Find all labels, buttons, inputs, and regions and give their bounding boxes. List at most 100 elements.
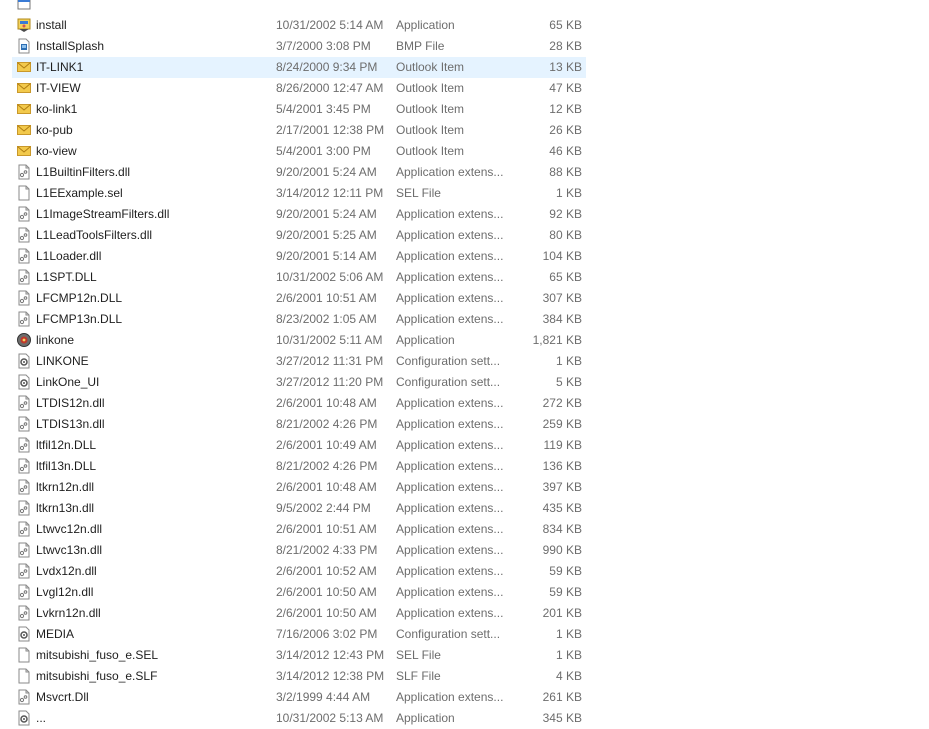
file-name: LTDIS13n.dll (36, 417, 105, 431)
file-name (36, 0, 266, 15)
file-row[interactable]: L1Loader.dll 9/20/2001 5:14 AM Application… (0, 246, 929, 267)
file-size: 104 KB (542, 249, 582, 263)
file-row[interactable]: IT-VIEW 8/26/2000 12:47 AM Outlook Item 47 … (0, 78, 929, 99)
file-row[interactable]: Ltwvc12n.dll 2/6/2001 10:51 AM Application… (0, 519, 929, 540)
file-row[interactable]: LTDIS12n.dll 2/6/2001 10:48 AM Application… (0, 393, 929, 414)
file-name: L1LeadToolsFilters.dll (36, 228, 153, 242)
file-row[interactable]: LFCMP12n.DLL 2/6/2001 10:51 AM Application… (0, 288, 929, 309)
file-type: Application extens... (396, 165, 504, 179)
file-size: 88 KB (549, 165, 582, 179)
file-row[interactable]: L1SPT.DLL 10/31/2002 5:06 AM Application e… (0, 267, 929, 288)
file-type: Application extens... (396, 207, 504, 221)
file-type: Application extens... (396, 249, 504, 263)
file-type: Application extens... (396, 501, 504, 515)
file-size: 59 KB (549, 585, 582, 599)
file-row[interactable]: mitsubishi_fuso_e.SLF 3/14/2012 12:38 PM S… (0, 666, 929, 687)
file-type: SLF File (396, 669, 441, 683)
file-row[interactable]: ko-link1 5/4/2001 3:45 PM Outlook Item 12 K… (0, 99, 929, 120)
file-row[interactable]: L1LeadToolsFilters.dll 9/20/2001 5:25 AM A… (0, 225, 929, 246)
file-date-modified: 3/14/2012 12:11 PM (276, 186, 384, 200)
file-date-modified: 5/4/2001 3:45 PM (276, 102, 371, 116)
file-date-modified: 8/21/2002 4:26 PM (276, 459, 378, 473)
dll-icon (16, 479, 32, 495)
file-name: ltfil12n.DLL (36, 438, 97, 452)
file-date-modified: 2/6/2001 10:52 AM (276, 564, 377, 578)
file-row[interactable]: InstallSplash 3/7/2000 3:08 PM BMP File 28 … (0, 36, 929, 57)
file-row[interactable]: LINKONE 3/27/2012 11:31 PM Configuration s… (0, 351, 929, 372)
file-date-modified: 9/20/2001 5:24 AM (276, 207, 377, 221)
file-size: 990 KB (542, 543, 582, 557)
envelope-icon (16, 80, 32, 96)
file-row[interactable]: install 10/31/2002 5:14 AM Application 65 K… (0, 15, 929, 36)
dll-icon (16, 437, 32, 453)
file-row[interactable]: LinkOne_UI 3/27/2012 11:20 PM Configuratio… (0, 372, 929, 393)
file-date-modified: 8/23/2002 1:05 AM (276, 312, 377, 326)
file-date-modified: 3/27/2012 11:20 PM (276, 375, 384, 389)
file-name: LINKONE (36, 354, 89, 368)
file-name: Msvcrt.Dll (36, 690, 89, 704)
file-size: 80 KB (549, 228, 582, 242)
file-row[interactable]: Lvdx12n.dll 2/6/2001 10:52 AM Application … (0, 561, 929, 582)
config-gear-icon (16, 374, 32, 390)
file-size: 5 KB (555, 375, 582, 389)
file-row[interactable]: ko-view 5/4/2001 3:00 PM Outlook Item 46 KB (0, 141, 929, 162)
file-size: 136 KB (542, 459, 582, 473)
file-row[interactable]: LTDIS13n.dll 8/21/2002 4:26 PM Application… (0, 414, 929, 435)
file-type: Application extens... (396, 438, 504, 452)
file-row[interactable]: L1BuiltinFilters.dll 9/20/2001 5:24 AM App… (0, 162, 929, 183)
file-type: Application extens... (396, 396, 504, 410)
file-date-modified: 8/24/2000 9:34 PM (276, 60, 378, 74)
file-row[interactable]: ltkrn12n.dll 2/6/2001 10:48 AM Application… (0, 477, 929, 498)
file-row[interactable]: L1EExample.sel 3/14/2012 12:11 PM SEL File… (0, 183, 929, 204)
file-row[interactable]: Ltwvc13n.dll 8/21/2002 4:33 PM Application… (0, 540, 929, 561)
file-date-modified: 2/17/2001 12:38 PM (276, 123, 385, 137)
file-type: Application extens... (396, 543, 504, 557)
file-row[interactable]: ... 10/31/2002 5:13 AM Application 345 KB (0, 708, 929, 729)
file-size: 345 KB (542, 711, 582, 725)
file-row[interactable]: MEDIA 7/16/2006 3:02 PM Configuration sett… (0, 624, 929, 645)
file-row[interactable]: ltfil13n.DLL 8/21/2002 4:26 PM Application… (0, 456, 929, 477)
file-name: L1ImageStreamFilters.dll (36, 207, 170, 221)
file-size: 1 KB (555, 648, 582, 662)
file-row[interactable]: mitsubishi_fuso_e.SEL 3/14/2012 12:43 PM S… (0, 645, 929, 666)
file-row[interactable]: Msvcrt.Dll 3/2/1999 4:44 AM Application ex… (0, 687, 929, 708)
file-type: Application extens... (396, 606, 504, 620)
file-type: Application extens... (396, 312, 504, 326)
file-list[interactable]: install 10/31/2002 5:14 AM Application 65 K… (0, 0, 929, 729)
file-size: 834 KB (542, 522, 582, 536)
file-type: BMP File (396, 39, 445, 53)
file-type: Application extens... (396, 459, 504, 473)
file-date-modified: 2/6/2001 10:49 AM (276, 438, 377, 452)
dll-icon (16, 416, 32, 432)
file-date-modified: 3/7/2000 3:08 PM (276, 39, 371, 53)
file-row[interactable]: IT-LINK1 8/24/2000 9:34 PM Outlook Item 13 … (0, 57, 929, 78)
envelope-icon (16, 101, 32, 117)
config-gear-icon (16, 626, 32, 642)
file-date-modified: 3/27/2012 11:31 PM (276, 354, 384, 368)
dll-icon (16, 269, 32, 285)
blank-file-icon (16, 185, 32, 201)
file-size: 384 KB (542, 312, 582, 326)
file-type: Application extens... (396, 228, 504, 242)
file-date-modified: 8/21/2002 4:26 PM (276, 417, 378, 431)
file-size: 272 KB (542, 396, 582, 410)
file-size: 259 KB (542, 417, 582, 431)
file-type: Application extens... (396, 291, 504, 305)
file-date-modified: 8/26/2000 12:47 AM (276, 81, 384, 95)
file-date-modified: 2/6/2001 10:48 AM (276, 480, 377, 494)
file-type: Application (396, 18, 455, 32)
file-row[interactable] (0, 0, 929, 15)
file-row[interactable]: L1ImageStreamFilters.dll 9/20/2001 5:24 A… (0, 204, 929, 225)
file-row[interactable]: ltkrn13n.dll 9/5/2002 2:44 PM Application … (0, 498, 929, 519)
file-row[interactable]: LFCMP13n.DLL 8/23/2002 1:05 AM Application… (0, 309, 929, 330)
file-row[interactable]: ltfil12n.DLL 2/6/2001 10:49 AM Application… (0, 435, 929, 456)
file-date-modified: 9/20/2001 5:14 AM (276, 249, 377, 263)
dll-icon (16, 563, 32, 579)
file-row[interactable]: Lvkrn12n.dll 2/6/2001 10:50 AM Application… (0, 603, 929, 624)
file-row[interactable]: ko-pub 2/17/2001 12:38 PM Outlook Item 26 K… (0, 120, 929, 141)
file-row[interactable]: linkone 10/31/2002 5:11 AM Application 1,82… (0, 330, 929, 351)
file-row[interactable]: Lvgl12n.dll 2/6/2001 10:50 AM Application … (0, 582, 929, 603)
blank-file-icon (16, 647, 32, 663)
file-size: 1 KB (555, 354, 582, 368)
file-type: Configuration sett... (396, 375, 501, 389)
